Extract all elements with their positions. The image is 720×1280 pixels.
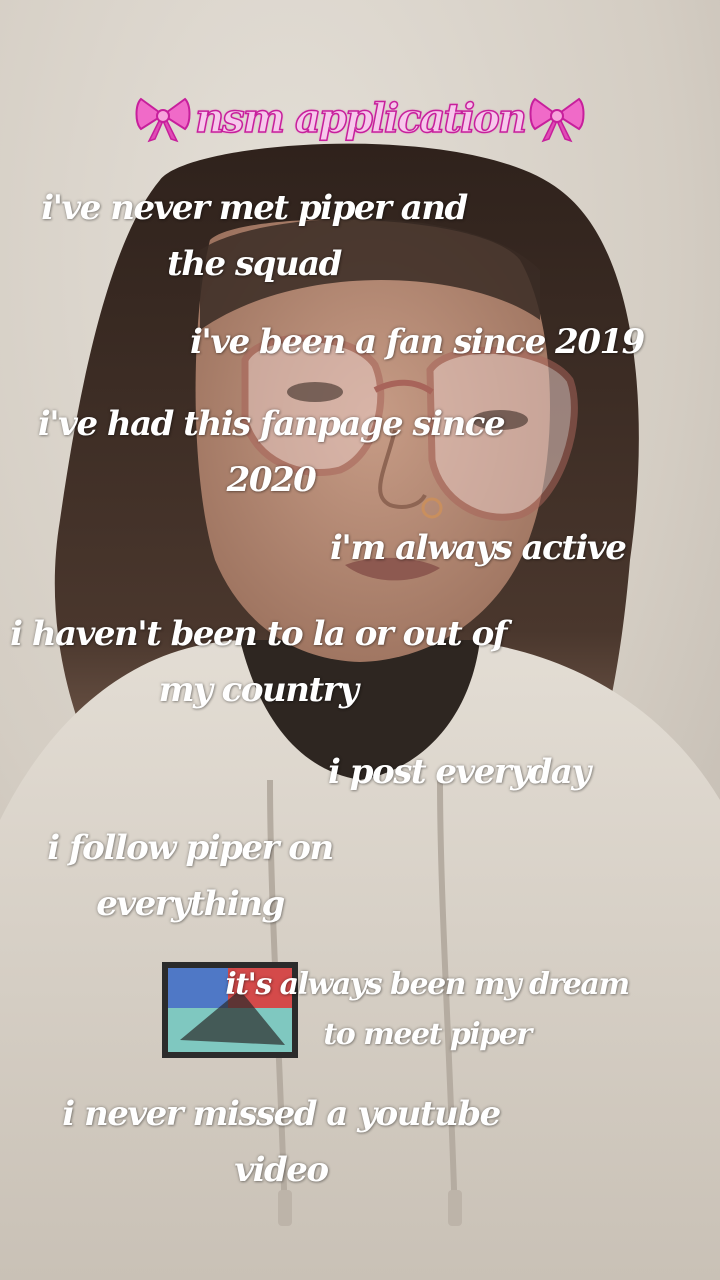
caption-line: everything — [96, 884, 285, 924]
caption-line: to meet piper — [323, 1017, 532, 1052]
caption-never-traveled: i haven't been to la or out of my countr… — [8, 606, 508, 718]
ribbon-bow-icon — [529, 97, 585, 143]
caption-follow-piper: i follow piper on everything — [40, 820, 340, 932]
caption-line: i've never met piper and — [41, 188, 468, 228]
caption-line: i haven't been to la or out of — [10, 614, 507, 654]
ribbon-bow-icon — [135, 97, 191, 143]
caption-line: 2020 — [226, 460, 317, 500]
caption-line: video — [234, 1150, 329, 1190]
caption-line: i post everyday — [328, 752, 591, 792]
caption-post-everyday: i post everyday — [328, 744, 648, 800]
caption-dream: it's always been my dream to meet piper — [212, 960, 642, 1060]
caption-line: i'm always active — [330, 528, 627, 568]
caption-line: i've been a fan since 2019 — [190, 322, 645, 362]
caption-line: i never missed a youtube — [62, 1094, 501, 1134]
caption-fan-since: i've been a fan since 2019 — [190, 314, 670, 370]
caption-youtube: i never missed a youtube video — [46, 1086, 516, 1198]
caption-line: i follow piper on — [47, 828, 334, 868]
caption-fanpage-since: i've had this fanpage since 2020 — [36, 396, 506, 508]
caption-line: i've had this fanpage since — [37, 404, 506, 444]
title-text: nsm application — [194, 94, 527, 143]
caption-line: my country — [158, 670, 359, 710]
caption-never-met: i've never met piper and the squad — [34, 180, 474, 292]
caption-line: the squad — [167, 244, 342, 284]
caption-line: it's always been my dream — [225, 967, 630, 1002]
video-frame: nsm application i've never met piper and… — [0, 0, 720, 1280]
title-banner: nsm application — [0, 86, 720, 150]
caption-always-active: i'm always active — [330, 520, 650, 576]
